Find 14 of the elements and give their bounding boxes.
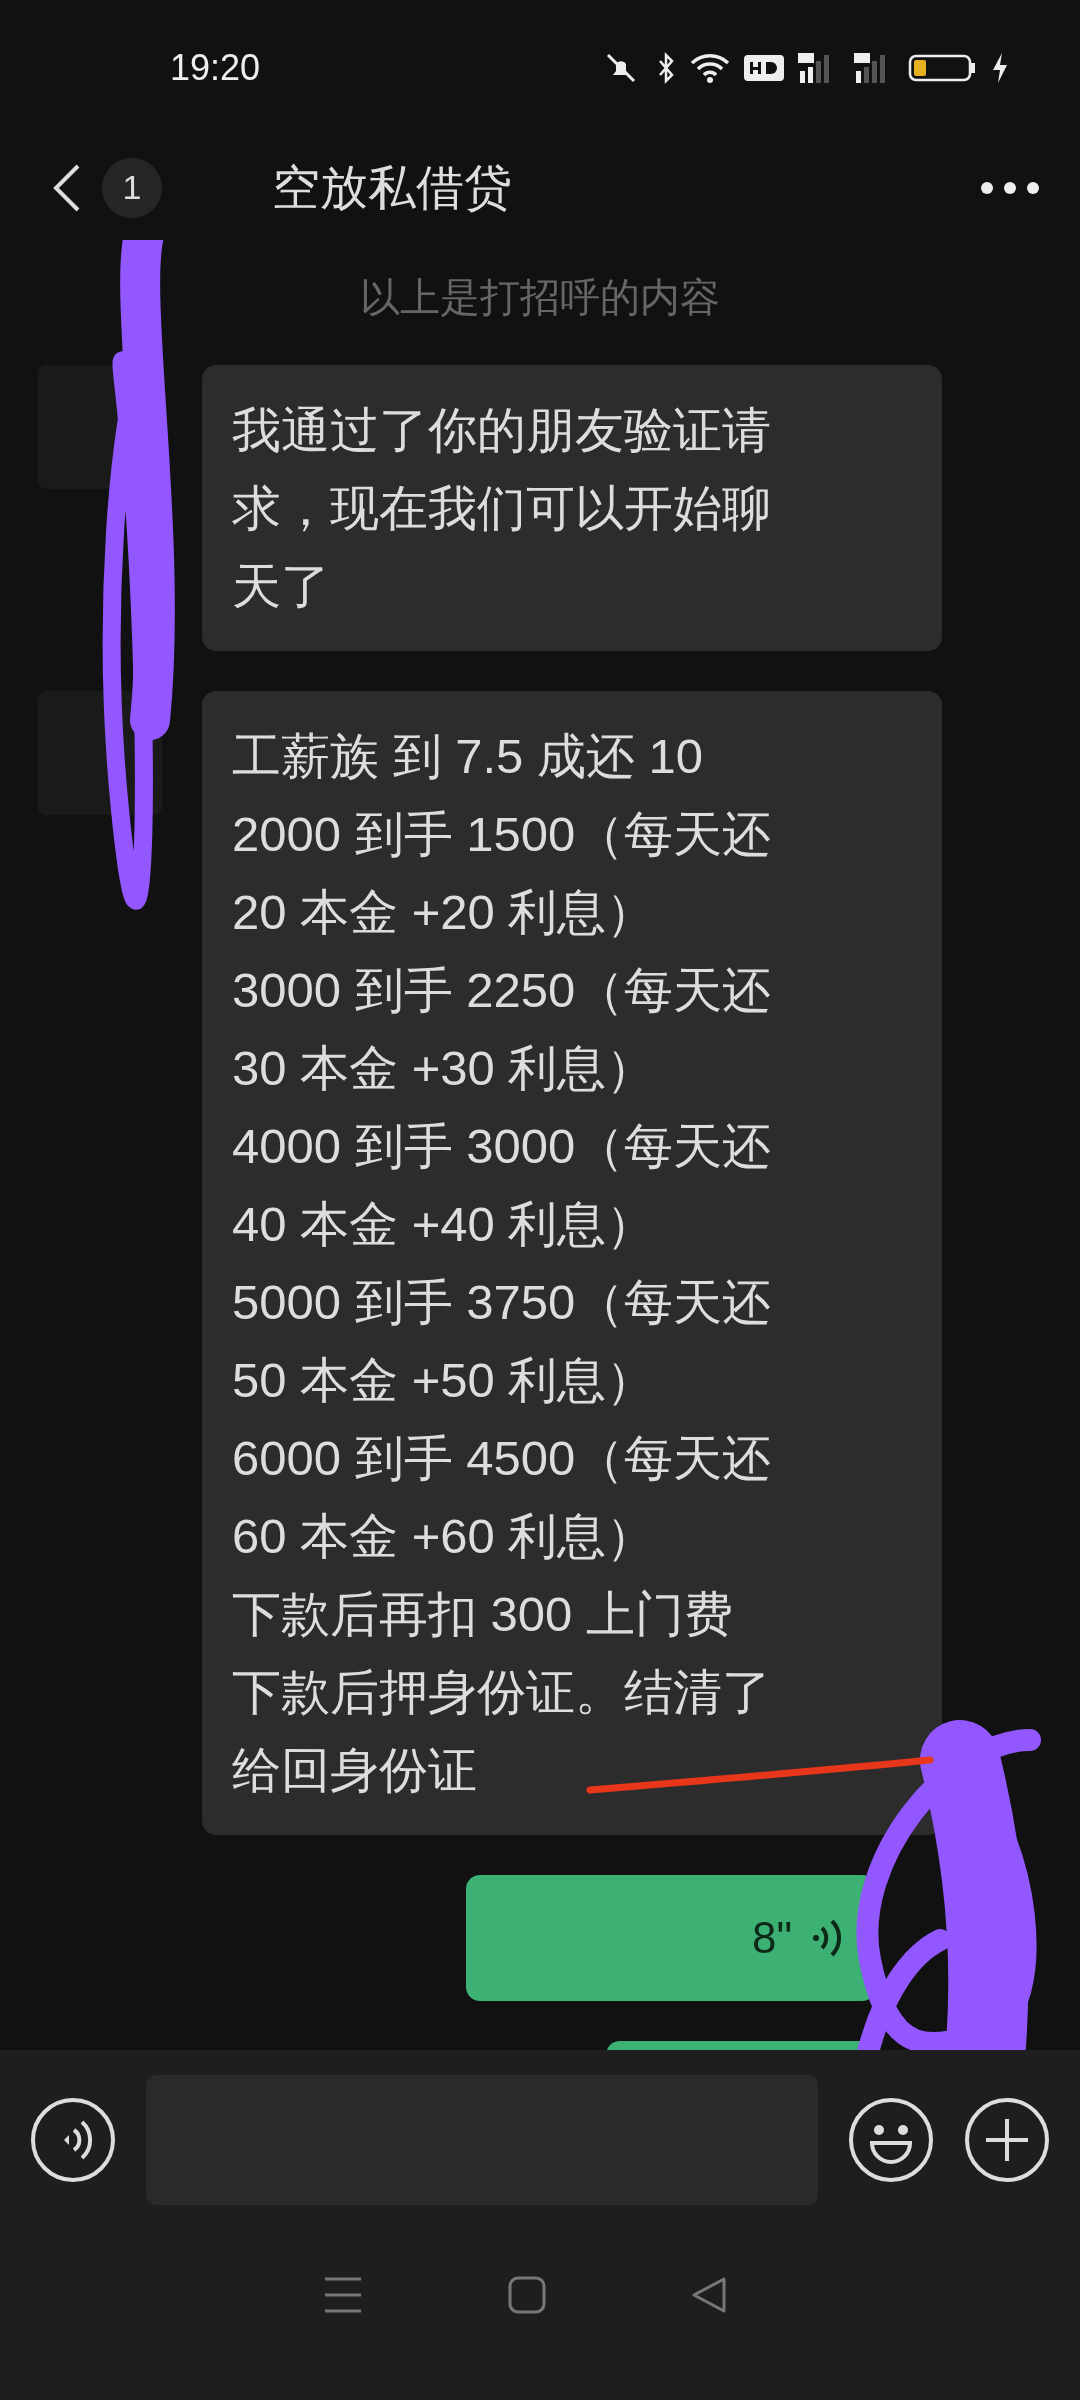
message-bubble: 工薪族 到 7.5 成还 10 2000 到手 1500（每天还 20 本金 +20 利息） 3000 到手 2250（每天还 30 本金 +30 利息） 4000 到手 3000（每天还 40 本金 +40 利息） 5000 到手 3750（每天还 50 本金 +50 利息） 6000 到手 4500（每天还 60 本金 +60 利息） 下款后再扣 300 上门费 下款后押身份证。结清了 给回身份证 [202, 691, 942, 1835]
bluetooth-icon [656, 50, 676, 85]
home-icon[interactable] [508, 2276, 546, 2314]
chat-title: 空放私借贷 [272, 157, 512, 217]
more-icon[interactable] [980, 180, 1040, 195]
unread-badge: 1 [102, 157, 162, 218]
status-time: 19:20 [170, 46, 261, 89]
voice-input-icon[interactable] [30, 2097, 116, 2183]
add-icon[interactable] [964, 2097, 1050, 2183]
message-bubble: 我通过了你的朋友验证请 求，现在我们可以开始聊 天了 [202, 365, 942, 651]
system-notice: 以上是打招呼的内容 [359, 273, 721, 322]
menu-icon[interactable] [322, 2275, 363, 2315]
hd-icon [744, 54, 784, 81]
emoji-icon[interactable] [848, 2097, 934, 2183]
